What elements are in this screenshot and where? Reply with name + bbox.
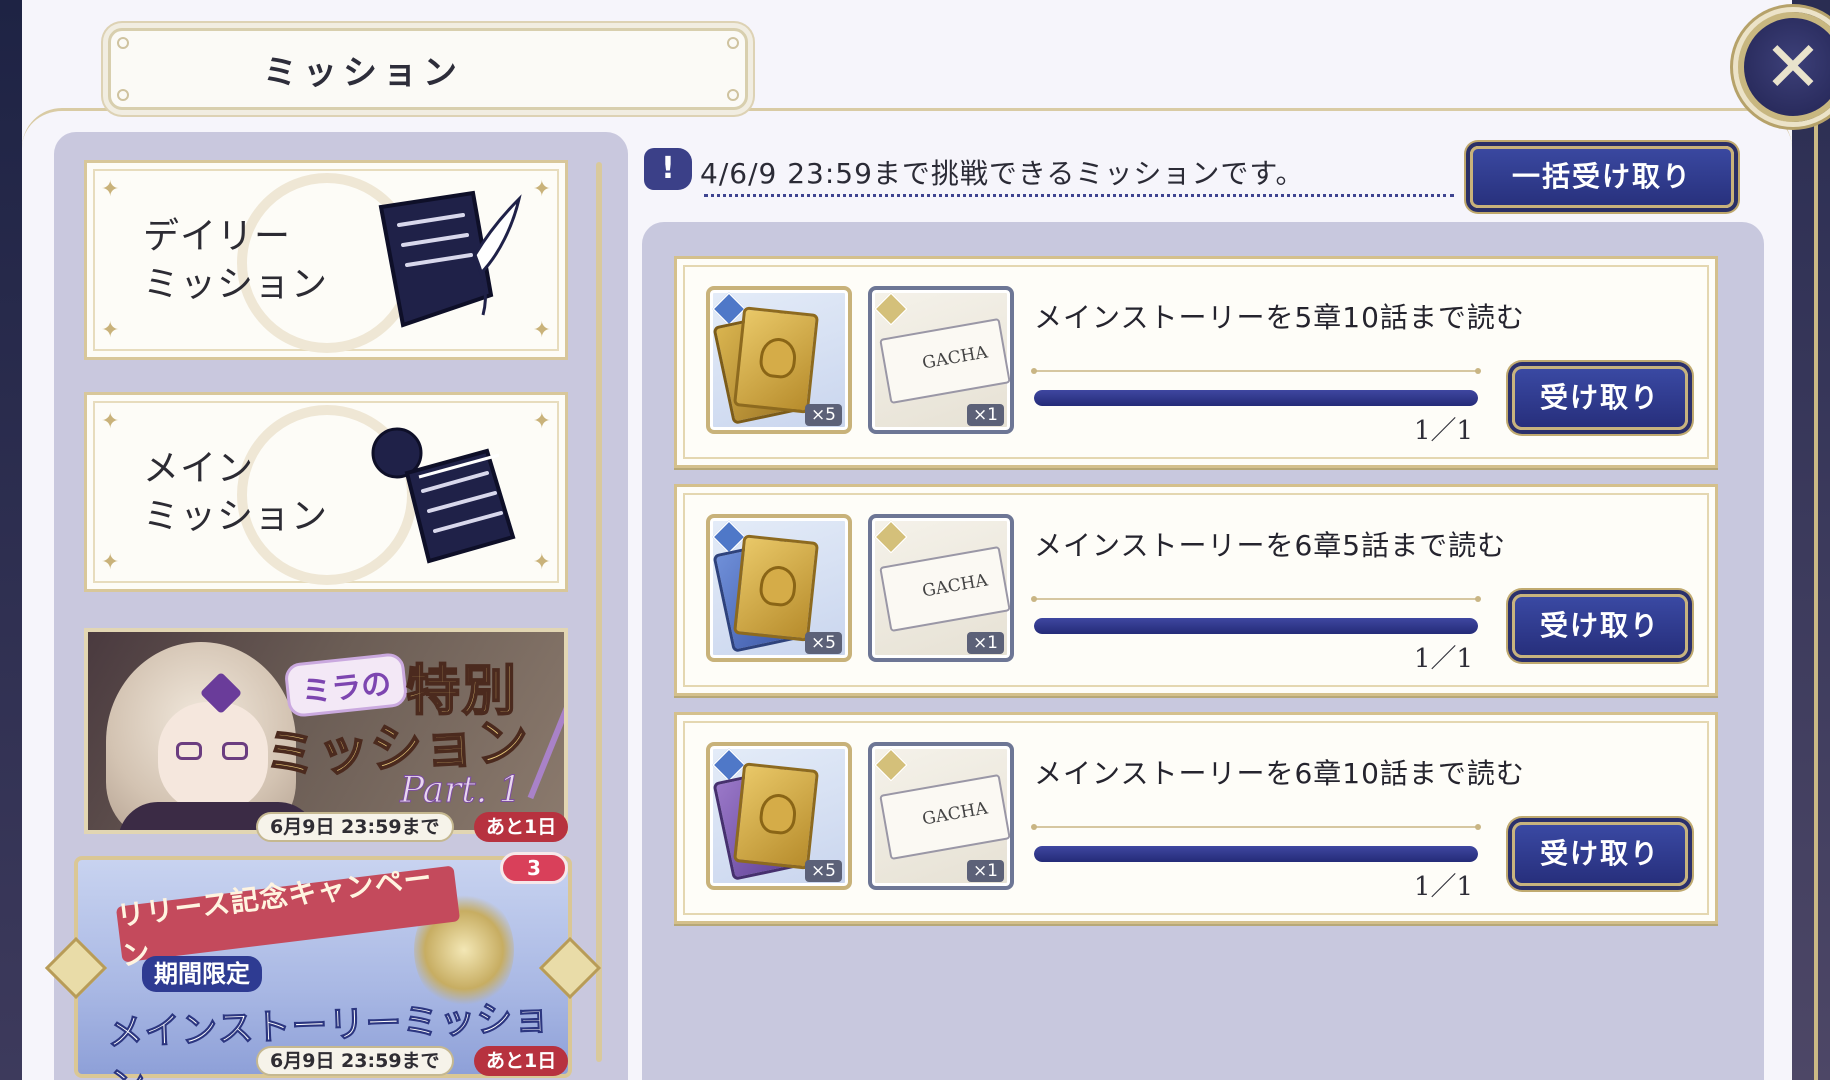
category-main-mission[interactable]: ✦ ✦ ✦ ✦ メイン ミッション xyxy=(84,392,568,592)
campaign-remaining-badge: あと1日 xyxy=(474,1046,569,1076)
item-type-icon xyxy=(874,520,908,554)
progress-fill xyxy=(1034,618,1478,634)
close-icon: ✕ xyxy=(1763,26,1823,108)
claim-button[interactable]: 受け取り xyxy=(1512,594,1688,658)
background-left xyxy=(0,0,22,1080)
event-part-label: Part. 1 xyxy=(400,770,523,812)
progress-bar xyxy=(1034,390,1478,406)
reward-item-book[interactable]: ×5 xyxy=(706,742,852,890)
campaign-banner-release[interactable]: リリース記念キャンペーン 期間限定 メインストーリーミッション xyxy=(44,856,602,1080)
item-type-icon xyxy=(874,292,908,326)
reward-quantity: ×1 xyxy=(966,404,1004,426)
reward-item-book[interactable]: ×5 xyxy=(706,286,852,434)
progress-fill xyxy=(1034,390,1478,406)
page-title: ミッション xyxy=(263,52,463,93)
notice-underline xyxy=(704,194,1454,197)
reward-quantity: ×1 xyxy=(966,860,1004,882)
ornament-corner xyxy=(727,89,739,101)
sidebar-scrollbar[interactable] xyxy=(596,162,602,1062)
sparkle-icon: ✦ xyxy=(532,318,551,343)
category-label-line2: ミッション xyxy=(143,264,329,305)
mission-title: メインストーリーを6章5話まで読む xyxy=(1034,529,1507,562)
reward-quantity: ×5 xyxy=(804,632,842,654)
reward-item-gacha-ticket[interactable]: GACHA ×1 xyxy=(868,514,1014,662)
notification-count-badge: 3 xyxy=(500,852,568,884)
category-label-line1: メイン xyxy=(143,448,255,489)
category-label-line1: デイリー xyxy=(143,216,292,257)
character-face xyxy=(158,702,268,812)
progress-fill xyxy=(1034,846,1478,862)
reward-quantity: ×5 xyxy=(804,860,842,882)
claim-button[interactable]: 受け取り xyxy=(1512,822,1688,886)
progress-divider xyxy=(1031,824,1481,830)
progress-text: 1／1 xyxy=(1414,416,1474,446)
category-label-line2: ミッション xyxy=(143,496,329,537)
event-banner-special-mission[interactable]: ミラの 特別 ミッション Part. 1 xyxy=(84,628,568,834)
reward-item-book[interactable]: ×5 xyxy=(706,514,852,662)
progress-text: 1／1 xyxy=(1414,872,1474,902)
campaign-ribbon: リリース記念キャンペーン xyxy=(115,861,461,972)
event-remaining-badge: あと1日 xyxy=(474,812,569,842)
mission-title: メインストーリーを6章10話まで読む xyxy=(1034,757,1525,790)
progress-bar xyxy=(1034,618,1478,634)
scroll-quill-icon xyxy=(378,190,522,328)
window-title-tab: ミッション xyxy=(108,28,748,110)
category-daily-mission[interactable]: ✦ ✦ ✦ ✦ デイリー ミッション xyxy=(84,160,568,360)
sparkle-icon: ✦ xyxy=(101,550,120,575)
event-deadline: 6月9日 23:59まで xyxy=(256,812,454,842)
limited-time-label: 期間限定 xyxy=(142,956,262,992)
reward-item-gacha-ticket[interactable]: GACHA ×1 xyxy=(868,286,1014,434)
progress-divider xyxy=(1031,596,1481,602)
window-frame-ornament xyxy=(1788,90,1818,1080)
progress-bar xyxy=(1034,846,1478,862)
exclamation-icon: ! xyxy=(644,148,692,190)
ornament-corner xyxy=(117,37,129,49)
stacked-papers-icon xyxy=(371,427,516,564)
ornament-corner xyxy=(727,37,739,49)
reward-quantity: ×5 xyxy=(804,404,842,426)
mission-title: メインストーリーを5章10話まで読む xyxy=(1034,301,1525,334)
sparkle-icon: ✦ xyxy=(532,177,551,202)
claim-all-button[interactable]: 一括受け取り xyxy=(1470,146,1734,208)
progress-divider xyxy=(1031,368,1481,374)
sparkle-icon: ✦ xyxy=(101,318,120,343)
reward-quantity: ×1 xyxy=(966,632,1004,654)
glasses-lens xyxy=(222,742,248,760)
sparkle-icon: ✦ xyxy=(101,409,120,434)
quill-pen-icon xyxy=(527,694,564,800)
mission-deadline-notice: 4/6/9 23:59まで挑戦できるミッションです。 xyxy=(700,157,1305,190)
sparkle-icon: ✦ xyxy=(532,550,551,575)
sparkle-icon: ✦ xyxy=(101,177,120,202)
ornament-corner xyxy=(117,89,129,101)
item-type-icon xyxy=(874,748,908,782)
reward-item-gacha-ticket[interactable]: GACHA ×1 xyxy=(868,742,1014,890)
claim-button[interactable]: 受け取り xyxy=(1512,366,1688,430)
progress-text: 1／1 xyxy=(1414,644,1474,674)
sparkle-icon: ✦ xyxy=(532,409,551,434)
campaign-deadline: 6月9日 23:59まで xyxy=(256,1046,454,1076)
glasses-lens xyxy=(176,742,202,760)
